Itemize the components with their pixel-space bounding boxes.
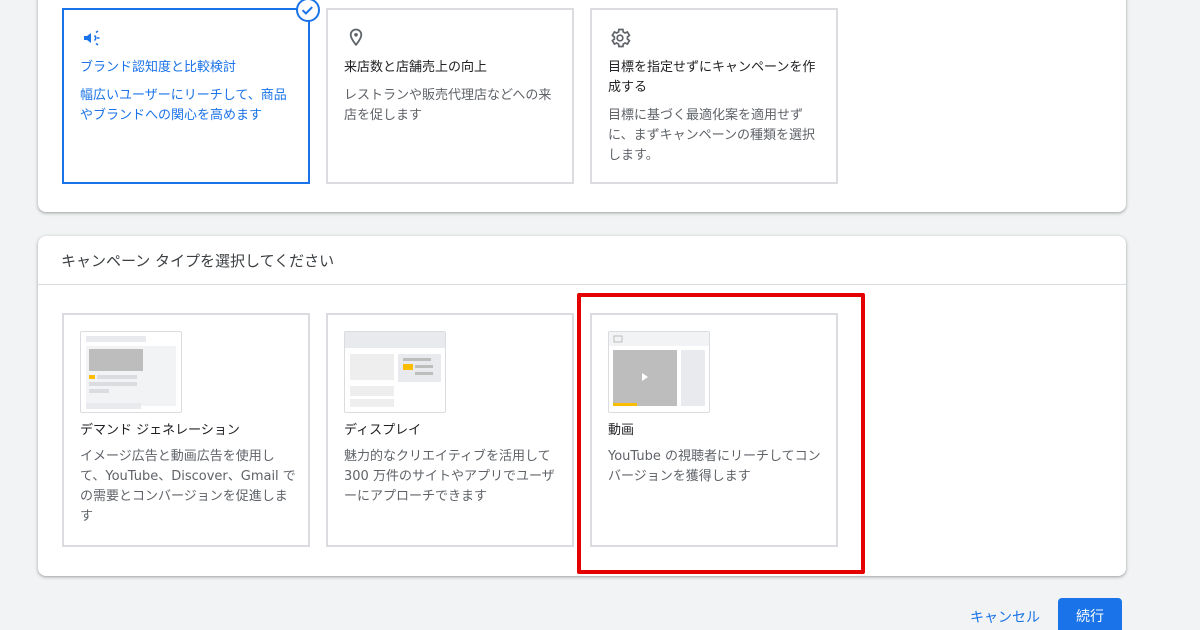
campaign-type-display[interactable]: ディスプレイ 魅力的なクリエイティブを活用して 300 万件のサイトやアプリでユ…: [326, 313, 574, 547]
campaign-type-title: ディスプレイ: [344, 423, 422, 438]
goal-title: 目標を指定せずにキャンペーンを作成する: [608, 60, 816, 95]
goal-card-brand-awareness[interactable]: ブランド認知度と比較検討 幅広いユーザーにリーチして、商品やブランドへの関心を高…: [62, 0, 320, 184]
goal-description: レストランや販売代理店などへの来店を促します: [344, 88, 552, 123]
campaign-type-description: 魅力的なクリエイティブを活用して 300 万件のサイトやアプリでユーザーにアプロ…: [344, 449, 555, 504]
campaign-type-description: イメージ広告と動画広告を使用して、YouTube、Discover、Gmail …: [80, 449, 296, 524]
megaphone-icon: [84, 30, 100, 46]
goal-title: 来店数と店舗売上の向上: [344, 60, 488, 75]
continue-button[interactable]: 続行: [1058, 598, 1122, 630]
campaign-type-title: デマンド ジェネレーション: [80, 423, 240, 438]
goal-description: 幅広いユーザーにリーチして、商品やブランドへの関心を高めます: [80, 88, 287, 123]
goal-card-store-visits[interactable]: 来店数と店舗売上の向上 レストランや販売代理店などへの来店を促します: [326, 8, 574, 184]
video-highlight-annotation: [577, 293, 865, 574]
campaign-type-header: キャンペーン タイプを選択してください: [38, 236, 1126, 285]
campaign-goal-panel: ブランド認知度と比較検討 幅広いユーザーにリーチして、商品やブランドへの関心を高…: [38, 0, 1126, 212]
cancel-button[interactable]: キャンセル: [970, 607, 1040, 627]
demand-gen-thumbnail: [80, 331, 182, 413]
location-pin-icon: [349, 28, 363, 47]
campaign-type-demand-gen[interactable]: デマンド ジェネレーション イメージ広告と動画広告を使用して、YouTube、D…: [62, 313, 310, 547]
selected-check-icon: [296, 0, 320, 22]
goal-title: ブランド認知度と比較検討: [80, 60, 237, 75]
goal-description: 目標に基づく最適化案を適用せずに、まずキャンペーンの種類を選択します。: [608, 108, 815, 163]
gear-icon: [611, 28, 631, 48]
display-thumbnail: [344, 331, 446, 413]
goal-card-no-goal[interactable]: 目標を指定せずにキャンペーンを作成する 目標に基づく最適化案を適用せずに、まずキ…: [590, 8, 838, 184]
